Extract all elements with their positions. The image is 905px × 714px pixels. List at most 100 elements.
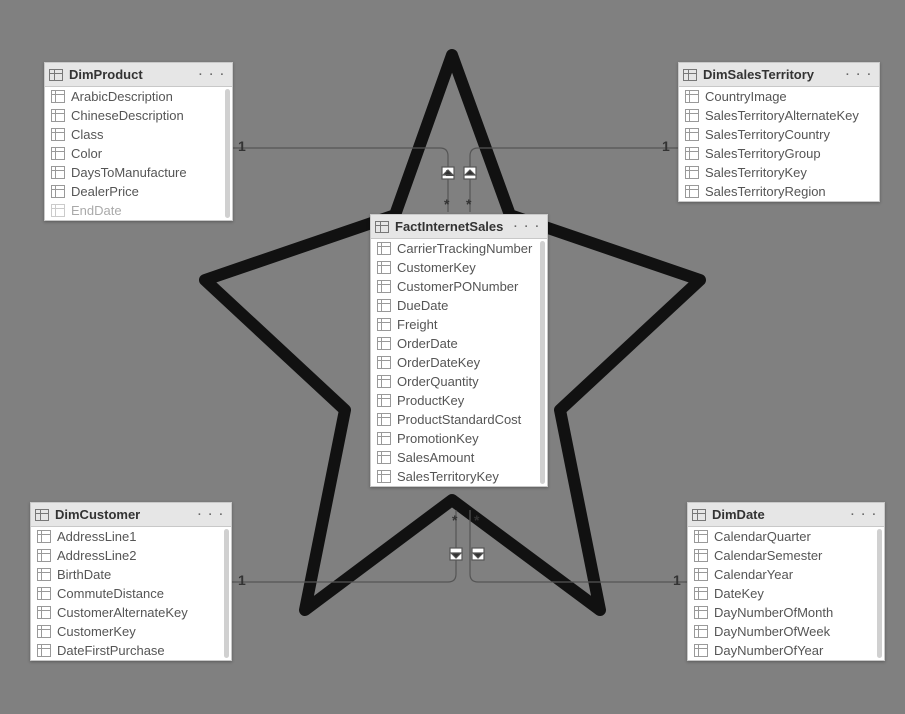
column-icon — [685, 90, 699, 103]
field-label: OrderDate — [397, 336, 458, 351]
field-row[interactable]: ChineseDescription — [45, 106, 224, 125]
column-icon — [51, 147, 65, 160]
field-label: DealerPrice — [71, 184, 139, 199]
field-row[interactable]: SalesTerritoryKey — [679, 163, 871, 182]
column-icon — [377, 451, 391, 464]
scrollbar[interactable] — [877, 529, 882, 658]
field-row[interactable]: SalesTerritoryCountry — [679, 125, 871, 144]
field-label: SalesTerritoryGroup — [705, 146, 821, 161]
field-label: DayNumberOfMonth — [714, 605, 833, 620]
more-icon[interactable]: · · · — [851, 509, 878, 521]
column-icon — [37, 625, 51, 638]
field-row[interactable]: CustomerAlternateKey — [31, 603, 223, 622]
table-dimdate[interactable]: DimDate · · · CalendarQuarter CalendarSe… — [687, 502, 885, 661]
field-row[interactable]: CalendarQuarter — [688, 527, 876, 546]
field-label: DateKey — [714, 586, 764, 601]
table-header[interactable]: DimSalesTerritory · · · — [679, 63, 879, 87]
field-row[interactable]: DueDate — [371, 296, 539, 315]
column-icon — [694, 568, 708, 581]
field-row[interactable]: DateFirstPurchase — [31, 641, 223, 660]
model-diagram-canvas[interactable]: 1 1 1 1 * * * * DimProduct · · · ArabicD… — [0, 0, 905, 714]
field-row[interactable]: CountryImage — [679, 87, 871, 106]
column-icon — [694, 606, 708, 619]
relation-customer-to-fact — [232, 510, 462, 582]
field-row[interactable]: AddressLine2 — [31, 546, 223, 565]
field-label: Class — [71, 127, 104, 142]
field-label: SalesTerritoryCountry — [705, 127, 830, 142]
field-row[interactable]: Freight — [371, 315, 539, 334]
field-row[interactable]: CustomerKey — [31, 622, 223, 641]
column-icon — [37, 530, 51, 543]
column-icon — [37, 644, 51, 657]
column-icon — [685, 166, 699, 179]
field-row[interactable]: PromotionKey — [371, 429, 539, 448]
cardinality-many: * — [444, 196, 449, 212]
field-label: OrderQuantity — [397, 374, 479, 389]
field-row[interactable]: CustomerPONumber — [371, 277, 539, 296]
field-row[interactable]: CalendarYear — [688, 565, 876, 584]
column-icon — [51, 204, 65, 217]
field-list: ArabicDescription ChineseDescription Cla… — [45, 87, 232, 220]
table-dimsalesterritory[interactable]: DimSalesTerritory · · · CountryImage Sal… — [678, 62, 880, 202]
scrollbar[interactable] — [540, 241, 545, 484]
column-icon — [51, 185, 65, 198]
more-icon[interactable]: · · · — [514, 221, 541, 233]
table-header[interactable]: DimCustomer · · · — [31, 503, 231, 527]
field-row[interactable]: SalesTerritoryGroup — [679, 144, 871, 163]
field-label: ProductStandardCost — [397, 412, 521, 427]
column-icon — [694, 587, 708, 600]
column-icon — [694, 549, 708, 562]
field-label: CustomerKey — [57, 624, 136, 639]
column-icon — [377, 280, 391, 293]
field-row[interactable]: BirthDate — [31, 565, 223, 584]
field-row[interactable]: CustomerKey — [371, 258, 539, 277]
field-row[interactable]: SalesTerritoryKey — [371, 467, 539, 486]
field-row[interactable]: CommuteDistance — [31, 584, 223, 603]
more-icon[interactable]: · · · — [198, 509, 225, 521]
field-row[interactable]: OrderDateKey — [371, 353, 539, 372]
field-row[interactable]: CalendarSemester — [688, 546, 876, 565]
field-label: ProductKey — [397, 393, 464, 408]
column-icon — [685, 128, 699, 141]
field-row[interactable]: ProductKey — [371, 391, 539, 410]
field-row[interactable]: DaysToManufacture — [45, 163, 224, 182]
field-row[interactable]: Color — [45, 144, 224, 163]
field-row[interactable]: OrderQuantity — [371, 372, 539, 391]
table-header[interactable]: FactInternetSales · · · — [371, 215, 547, 239]
field-row[interactable]: DealerPrice — [45, 182, 224, 201]
field-row[interactable]: DayNumberOfMonth — [688, 603, 876, 622]
field-row[interactable]: SalesAmount — [371, 448, 539, 467]
column-icon — [51, 90, 65, 103]
more-icon[interactable]: · · · — [199, 69, 226, 81]
table-dimcustomer[interactable]: DimCustomer · · · AddressLine1 AddressLi… — [30, 502, 232, 661]
column-icon — [37, 568, 51, 581]
field-row[interactable]: DayNumberOfYear — [688, 641, 876, 660]
table-header[interactable]: DimDate · · · — [688, 503, 884, 527]
column-icon — [37, 549, 51, 562]
field-row[interactable]: ProductStandardCost — [371, 410, 539, 429]
field-label: Color — [71, 146, 102, 161]
field-row[interactable]: DateKey — [688, 584, 876, 603]
field-row[interactable]: SalesTerritoryAlternateKey — [679, 106, 871, 125]
table-title: FactInternetSales — [395, 219, 503, 234]
relation-product-to-fact — [232, 148, 454, 212]
more-icon[interactable]: · · · — [846, 69, 873, 81]
field-row[interactable]: AddressLine1 — [31, 527, 223, 546]
column-icon — [694, 530, 708, 543]
table-dimproduct[interactable]: DimProduct · · · ArabicDescription Chine… — [44, 62, 233, 221]
table-factinternetsales[interactable]: FactInternetSales · · · CarrierTrackingN… — [370, 214, 548, 487]
field-row[interactable]: Class — [45, 125, 224, 144]
field-row[interactable]: DayNumberOfWeek — [688, 622, 876, 641]
field-row[interactable]: OrderDate — [371, 334, 539, 353]
field-row[interactable]: ArabicDescription — [45, 87, 224, 106]
column-icon — [377, 299, 391, 312]
field-list: AddressLine1 AddressLine2 BirthDate Comm… — [31, 527, 231, 660]
column-icon — [685, 109, 699, 122]
table-icon — [49, 69, 63, 81]
table-header[interactable]: DimProduct · · · — [45, 63, 232, 87]
scrollbar[interactable] — [224, 529, 229, 658]
field-row[interactable]: EndDate — [45, 201, 224, 220]
field-row[interactable]: CarrierTrackingNumber — [371, 239, 539, 258]
field-row[interactable]: SalesTerritoryRegion — [679, 182, 871, 201]
scrollbar[interactable] — [225, 89, 230, 218]
